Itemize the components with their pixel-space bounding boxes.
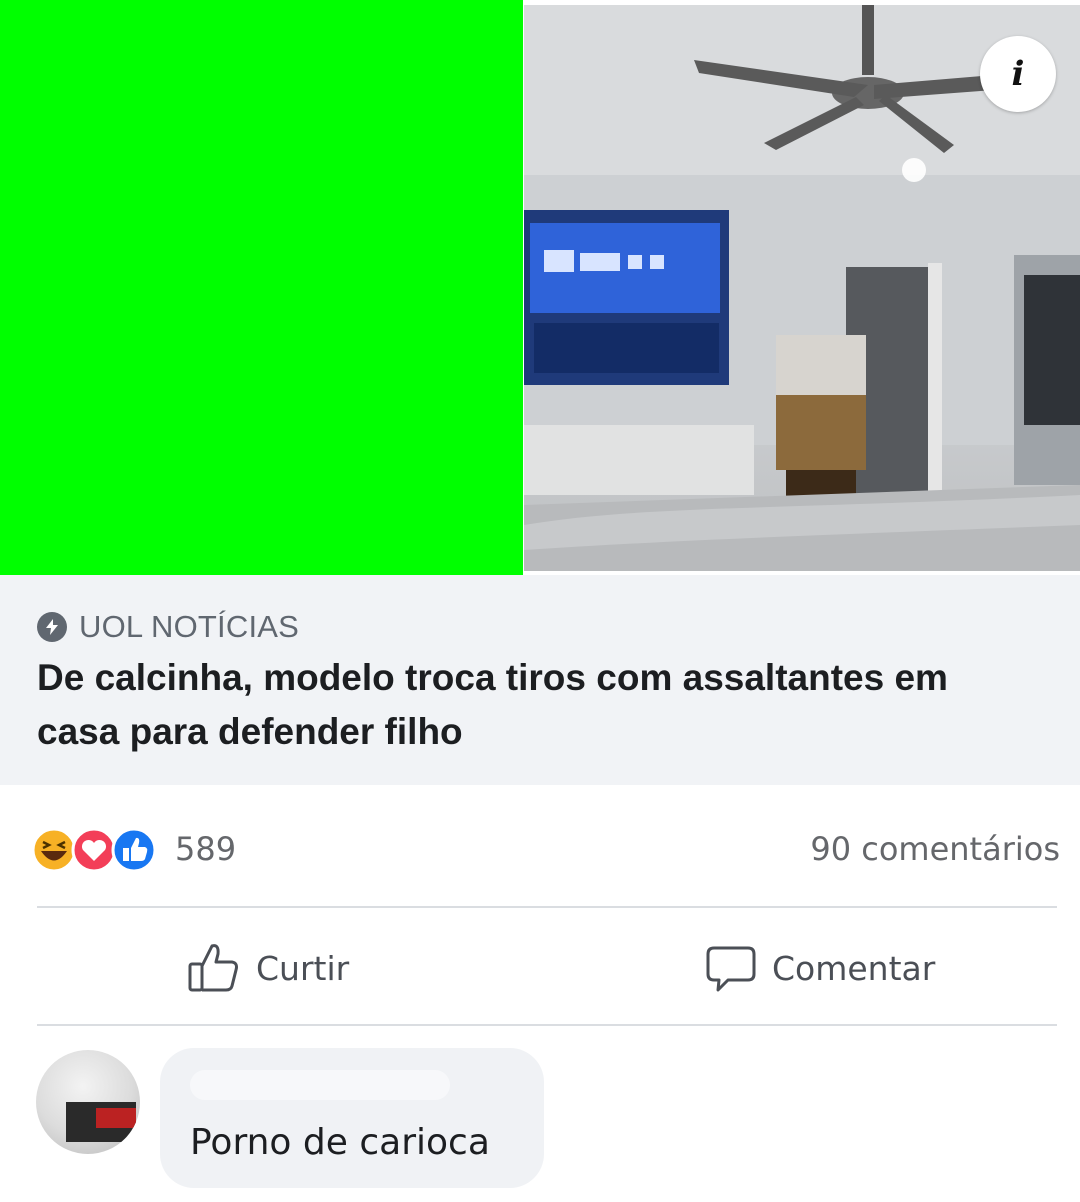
thumbs-up-icon [188,944,238,992]
divider [37,1024,1057,1026]
info-glyph: i [1011,54,1025,94]
comment-bubble[interactable]: Porno de carioca [160,1048,544,1188]
comment-button[interactable]: Comentar [704,938,935,998]
like-icon [111,827,157,873]
divider [37,906,1057,908]
reaction-count[interactable]: 589 [175,830,236,868]
love-icon [71,827,117,873]
link-preview[interactable]: UOL NOTÍCIAS De calcinha, modelo troca t… [0,575,1080,785]
like-label: Curtir [256,948,350,988]
comment-icon [706,946,756,992]
comments-count[interactable]: 90 comentários [810,830,1060,868]
comment-text: Porno de carioca [190,1122,490,1163]
avatar-shape [96,1108,136,1128]
avatar[interactable] [36,1050,140,1154]
source-label: UOL NOTÍCIAS [79,609,300,644]
haha-icon [31,827,77,873]
commenter-name-redacted [190,1070,450,1100]
like-button[interactable]: Curtir [186,938,349,998]
comment-label: Comentar [772,948,936,988]
green-image-block [0,0,523,575]
lightning-icon [37,612,67,642]
reactions-row: 589 90 comentários [30,820,1060,880]
reaction-icons[interactable] [30,824,170,874]
source-row: UOL NOTÍCIAS [37,609,299,645]
info-icon[interactable]: i [980,36,1056,112]
post-headline[interactable]: De calcinha, modelo troca tiros com assa… [37,651,1037,759]
post-media[interactable]: i [0,0,1080,575]
